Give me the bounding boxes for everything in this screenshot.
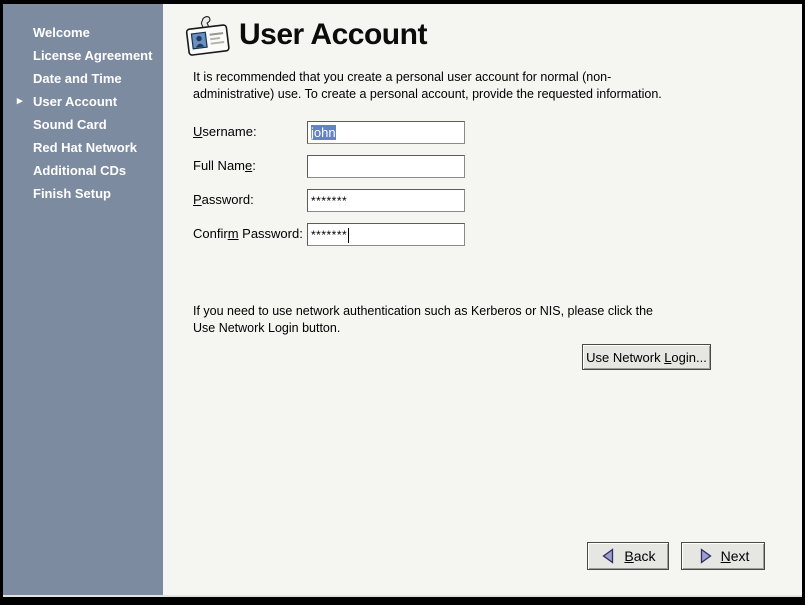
setup-agent-window: Welcome License Agreement Date and Time … [3,4,802,597]
network-auth-line-1: If you need to use network authenticatio… [193,303,753,320]
back-accel: B [624,548,633,564]
network-auth-text: If you need to use network authenticatio… [193,303,753,337]
next-accel: N [721,548,731,564]
sidebar-item-label: User Account [33,94,117,109]
sidebar-item-label: Date and Time [33,71,122,86]
next-button[interactable]: Next [681,542,765,570]
sidebar-item-date-and-time: Date and Time [3,67,163,90]
use-network-login-label: Use Network Login... [586,350,707,365]
page-title: User Account [239,18,427,52]
password-input[interactable]: ******* [307,189,465,212]
use-network-login-label-pre: Use Network [586,350,664,365]
confirm-password-accel: m [228,226,239,241]
back-label-text: ack [634,548,656,564]
full-name-input[interactable] [307,155,465,178]
sidebar-item-label: Additional CDs [33,163,126,178]
password-label: Password: [193,192,254,207]
id-badge-icon [185,14,231,60]
sidebar-item-red-hat-network: Red Hat Network [3,136,163,159]
sidebar-item-sound-card: Sound Card [3,113,163,136]
back-label: Back [624,548,655,564]
sidebar-item-finish-setup: Finish Setup [3,182,163,205]
confirm-password-label: Confirm Password: [193,226,303,241]
sidebar-item-label: License Agreement [33,48,152,63]
next-label-text: ext [731,548,750,564]
full-name-label: Full Name: [193,158,256,173]
sidebar-item-additional-cds: Additional CDs [3,159,163,182]
use-network-login-button[interactable]: Use Network Login... [582,344,711,370]
sidebar-item-label: Welcome [33,25,90,40]
sidebar-item-label: Finish Setup [33,186,111,201]
main-content: User Account It is recommended that you … [163,4,802,595]
confirm-password-label-pre: Confir [193,226,228,241]
network-auth-line-2: Use Network Login button. [193,320,753,337]
full-name-label-colon: : [252,158,256,173]
username-label-text: sername: [202,124,256,139]
wizard-steps-sidebar: Welcome License Agreement Date and Time … [3,4,163,595]
next-arrow-icon [697,548,714,564]
username-accel: U [193,124,202,139]
sidebar-item-welcome: Welcome [3,21,163,44]
use-network-login-label-post: ogin... [671,350,706,365]
password-value-masked: ******* [311,194,347,208]
active-step-arrow-icon: ▸ [17,90,23,113]
intro-line-2: administrative) use. To create a persona… [193,86,733,103]
sidebar-item-license-agreement: License Agreement [3,44,163,67]
username-input[interactable]: john [307,121,465,144]
password-accel: P [193,192,202,207]
intro-text: It is recommended that you create a pers… [193,69,733,103]
intro-line-1: It is recommended that you create a pers… [193,69,733,86]
back-arrow-icon [600,548,617,564]
text-cursor [348,228,349,243]
confirm-password-value-masked: ******* [311,228,347,242]
password-label-text: assword: [202,192,254,207]
sidebar-item-label: Red Hat Network [33,140,137,155]
sidebar-item-label: Sound Card [33,117,107,132]
wizard-step-list: Welcome License Agreement Date and Time … [3,21,163,205]
username-label: Username: [193,124,257,139]
sidebar-item-user-account: ▸ User Account [3,90,163,113]
username-value-selected: john [311,125,336,140]
confirm-password-label-post: Password: [239,226,303,241]
full-name-label-text: Full Nam [193,158,245,173]
back-button[interactable]: Back [587,542,669,570]
confirm-password-input[interactable]: ******* [307,223,465,246]
next-label: Next [721,548,750,564]
